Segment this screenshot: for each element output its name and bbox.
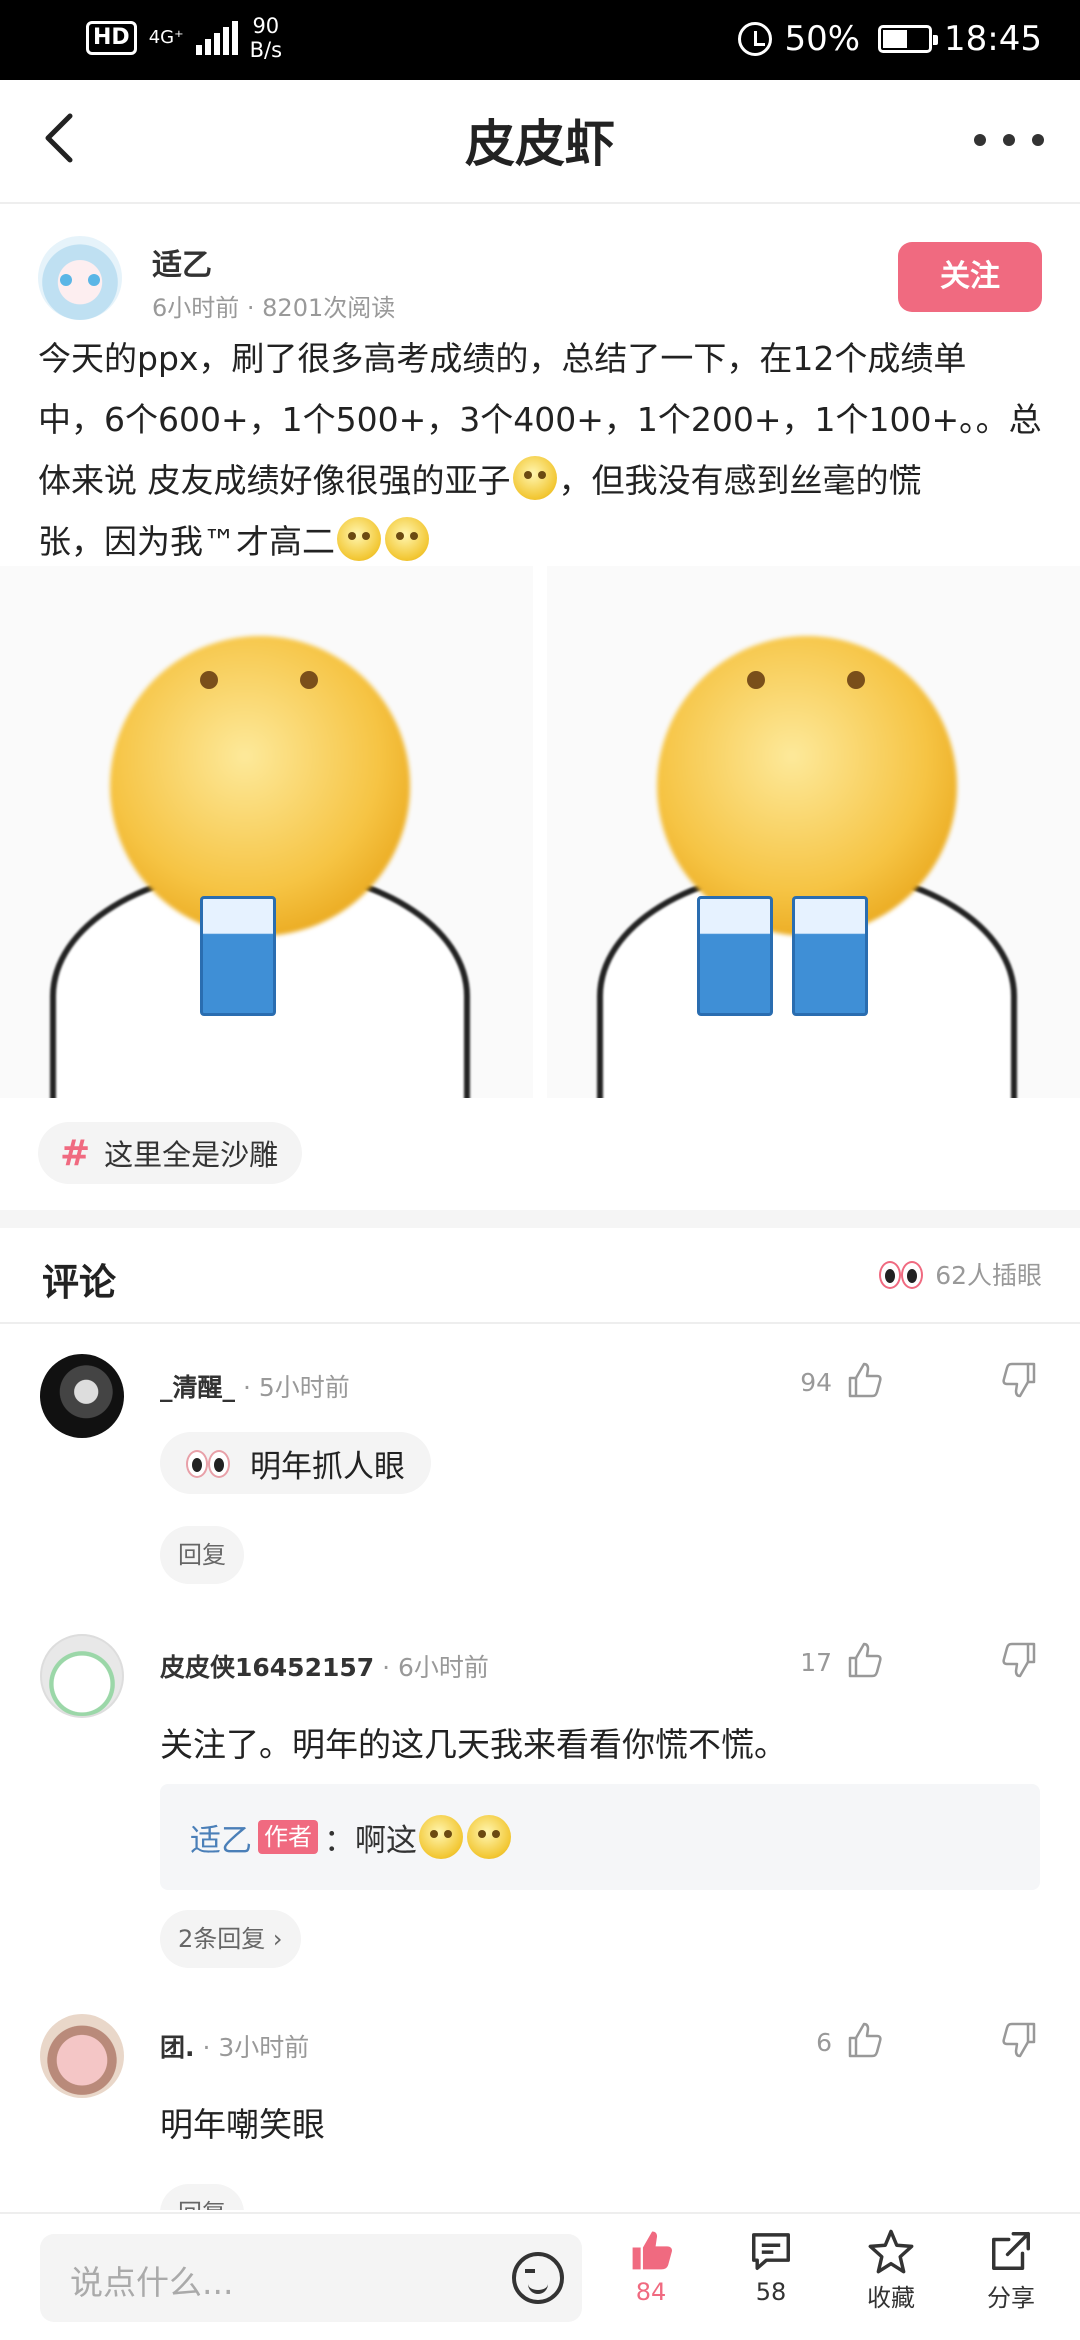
speed-value: 90 <box>252 14 280 38</box>
commenter-avatar[interactable] <box>40 1354 124 1438</box>
share-label: 分享 <box>987 2284 1035 2312</box>
thumb-up-icon[interactable] <box>844 2020 884 2060</box>
page-title: 皮皮虾 <box>465 115 615 173</box>
signal-icon <box>195 21 238 55</box>
view-replies-button[interactable]: 2条回复 › <box>160 1910 301 1968</box>
comments-header: 评论 62人插眼 <box>0 1228 1080 1324</box>
reply-button[interactable]: 回复 <box>160 2184 244 2210</box>
post-image-1[interactable] <box>0 566 533 1098</box>
comment-input[interactable]: 说点什么... <box>40 2234 582 2322</box>
battery-percent: 50% <box>784 19 861 59</box>
more-dot-icon <box>1003 134 1015 146</box>
more-dot-icon <box>974 134 986 146</box>
post-line: 中，6个600+，1个500+，3个400+，1个200+，1个100+。。总 <box>38 400 1042 439</box>
post-line: 张，因为我™才高二 <box>38 511 1048 572</box>
like-count: 17 <box>800 1648 832 1677</box>
comment-text: 明年嘲笑眼 <box>160 2105 325 2144</box>
comment-text: 明年抓人眼 <box>250 1448 405 1485</box>
clock: 18:45 <box>944 19 1042 59</box>
more-dot-icon <box>1032 134 1044 146</box>
status-bar: HD 4G⁺ 90 B/s 50% 18:45 <box>0 0 1080 80</box>
author-badge: 作者 <box>258 1820 318 1854</box>
alarm-icon <box>738 22 773 56</box>
like-count-total: 84 <box>635 2278 667 2306</box>
status-left: HD 4G⁺ 90 B/s <box>86 14 282 62</box>
dizzy-emoji-icon <box>512 456 557 500</box>
post-line-text: 体来说 皮友成绩好像很强的亚子 <box>38 461 511 500</box>
comment-button[interactable]: 58 <box>726 2228 816 2306</box>
top-nav: 皮皮虾 <box>0 80 1080 204</box>
favorite-label: 收藏 <box>867 2284 915 2312</box>
reply-text: ：啊这 <box>324 1822 417 1859</box>
thumb-up-filled-icon <box>632 2231 672 2270</box>
smug-emoji-icon <box>337 517 381 561</box>
eyes-icon <box>879 1257 925 1291</box>
commenter-name[interactable]: 皮皮侠16452157 · 6小时前 <box>160 1648 489 1684</box>
thumb-up-icon[interactable] <box>844 1360 884 1400</box>
topic-tag-label: 这里全是沙雕 <box>104 1138 279 1172</box>
post-header: 适乙 6小时前 · 8201次阅读 关注 <box>38 236 1042 326</box>
post-body: 今天的ppx，刷了很多高考成绩的，总结了一下，在12个成绩单 中，6个600+，… <box>38 328 1048 572</box>
shocked-emoji-icon <box>467 1815 511 1859</box>
thumb-down-icon[interactable] <box>1000 2020 1040 2060</box>
peek-count: 62人插眼 <box>935 1261 1042 1290</box>
commenter-avatar[interactable] <box>40 1634 124 1718</box>
reply-author-name[interactable]: 适乙 <box>190 1815 252 1860</box>
comment-input-placeholder: 说点什么... <box>70 2263 234 2302</box>
post-line-text: 张，因为我™才高二 <box>38 522 335 561</box>
post-image-2[interactable] <box>547 566 1080 1098</box>
comments-title: 评论 <box>42 1261 116 1304</box>
post-line: 体来说 皮友成绩好像很强的亚子 ，但我没有感到丝毫的慌 <box>38 450 1048 511</box>
shocked-emoji-icon <box>419 1815 463 1859</box>
more-button[interactable] <box>974 120 1044 160</box>
like-count: 6 <box>816 2028 832 2057</box>
post-line-text: ，但我没有感到丝毫的慌 <box>558 461 922 500</box>
comment-text: 关注了。明年的这几天我来看看你慌不慌。 <box>160 1725 787 1764</box>
network-type: 4G⁺ <box>148 27 184 48</box>
commenter-avatar[interactable] <box>40 2014 124 2098</box>
author-reply-preview[interactable]: 适乙 作者 ：啊这 <box>160 1784 1040 1890</box>
comment-emoji-text: 明年抓人眼 <box>160 1432 431 1494</box>
smug-emoji-icon <box>385 517 429 561</box>
network-speed: 90 B/s <box>250 14 282 62</box>
share-button[interactable]: 分享 <box>966 2228 1056 2313</box>
topic-tag[interactable]: # 这里全是沙雕 <box>38 1122 303 1184</box>
star-icon <box>868 2229 914 2274</box>
hd-badge: HD <box>86 21 137 55</box>
like-button[interactable]: 84 <box>606 2228 696 2306</box>
reply-button[interactable]: 回复 <box>160 1526 244 1584</box>
share-icon <box>992 2232 1030 2270</box>
comment-icon <box>752 2233 790 2270</box>
commenter-name[interactable]: _清醒_ · 5小时前 <box>160 1368 350 1404</box>
thumb-down-icon[interactable] <box>1000 1360 1040 1400</box>
author-name[interactable]: 适乙 <box>152 240 212 284</box>
post-images <box>0 566 1080 1098</box>
hashtag-icon: # <box>60 1132 91 1174</box>
thumb-down-icon[interactable] <box>1000 1640 1040 1680</box>
thumb-up-icon[interactable] <box>844 1640 884 1680</box>
follow-button[interactable]: 关注 <box>898 242 1042 312</box>
section-divider <box>0 1210 1080 1228</box>
post-meta: 6小时前 · 8201次阅读 <box>152 294 396 322</box>
commenter-name[interactable]: 团. · 3小时前 <box>160 2028 309 2064</box>
bottom-action-bar: 说点什么... 84 58 收藏 分享 <box>0 2212 1080 2340</box>
battery-icon <box>878 25 939 53</box>
status-right: 50% 18:45 <box>738 16 1042 62</box>
post-line: 今天的ppx，刷了很多高考成绩的，总结了一下，在12个成绩单 <box>38 339 967 378</box>
comment-item: 团. · 3小时前 6 明年嘲笑眼 回复 <box>0 2000 1080 2210</box>
comment-time: · 5小时前 <box>235 1373 350 1402</box>
comment-time: · 6小时前 <box>374 1653 489 1682</box>
eyes-icon <box>186 1446 232 1480</box>
like-count: 94 <box>800 1368 832 1397</box>
author-avatar[interactable] <box>38 236 122 320</box>
peek-counter[interactable]: 62人插眼 <box>879 1256 1042 1292</box>
comment-item: 皮皮侠16452157 · 6小时前 17 关注了。明年的这几天我来看看你慌不慌… <box>0 1620 1080 1980</box>
speed-unit: B/s <box>249 38 283 62</box>
comment-time: · 3小时前 <box>194 2033 310 2062</box>
comment-count-total: 58 <box>755 2278 787 2306</box>
comment-item: _清醒_ · 5小时前 94 明年抓人眼 回复 <box>0 1340 1080 1600</box>
favorite-button[interactable]: 收藏 <box>846 2228 936 2313</box>
emoji-icon[interactable] <box>512 2252 564 2304</box>
